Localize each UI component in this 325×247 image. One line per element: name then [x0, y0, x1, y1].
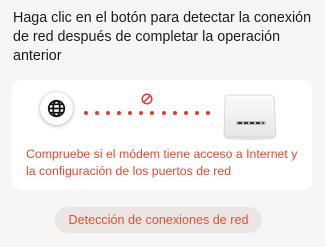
- connection-dot: [172, 111, 177, 115]
- connection-dot: [150, 111, 155, 115]
- connection-dot: [128, 111, 133, 115]
- network-check-card: Haga clic en el botón para detectar la c…: [0, 0, 325, 247]
- detect-network-button[interactable]: Detección de conexiones de red: [55, 207, 262, 233]
- connection-dot: [194, 111, 199, 115]
- connection-dot: [205, 111, 210, 115]
- connection-dot: [183, 111, 188, 115]
- connection-line: [84, 111, 210, 115]
- error-message: Compruebe si el módem tiene acceso a Int…: [26, 147, 298, 178]
- connection-dot: [139, 111, 144, 115]
- connection-dot: [95, 111, 100, 115]
- connection-dot: [117, 111, 122, 115]
- instruction-text: Haga clic en el botón para detectar la c…: [13, 10, 312, 64]
- connection-dot: [161, 111, 166, 115]
- globe-icon: [40, 92, 73, 125]
- router-icon: [223, 94, 277, 140]
- connection-dot: [106, 111, 111, 115]
- no-connection-icon: [141, 93, 153, 105]
- connection-dot: [84, 111, 88, 115]
- connection-diagram-panel: Compruebe si el módem tiene acceso a Int…: [12, 80, 312, 190]
